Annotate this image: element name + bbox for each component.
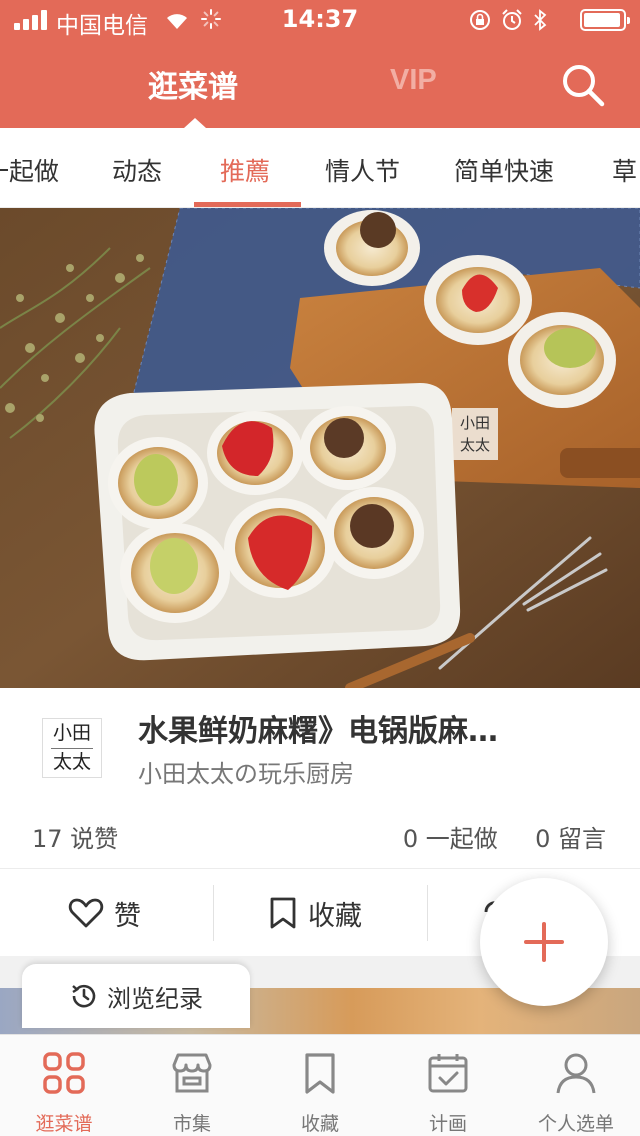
nav-item-saved[interactable]: 收藏 [256, 1035, 384, 1136]
avatar-text-top: 小田 [52, 722, 91, 744]
cook-together-count: 0 一起做 [402, 825, 498, 853]
recipe-author[interactable]: 小田太太の玩乐厨房 [138, 754, 354, 789]
bluetooth-icon [534, 9, 547, 31]
alarm-icon [502, 9, 522, 30]
bookmark-icon [305, 1053, 335, 1094]
category-active-underline [194, 202, 301, 207]
avatar-text-bottom: 太太 [52, 751, 91, 773]
category-tab-cook-together[interactable]: 一起做 [0, 152, 59, 188]
nav-item-plan[interactable]: 计画 [384, 1035, 512, 1136]
rotation-lock-icon [470, 10, 490, 30]
browse-history-button[interactable]: 浏览纪录 [22, 964, 250, 1028]
tab-vip[interactable]: VIP [390, 64, 437, 97]
person-icon [556, 1053, 596, 1094]
category-tab-quick-easy[interactable]: 简单快速 [454, 152, 554, 188]
save-button-label: 收藏 [308, 900, 362, 932]
nav-label: 收藏 [300, 1113, 339, 1135]
app-header: 中国电信 14:37 逛菜谱 VIP [0, 0, 640, 128]
nav-item-profile[interactable]: 个人选单 [512, 1035, 640, 1136]
active-tab-indicator [184, 118, 206, 128]
store-icon [172, 1053, 212, 1093]
category-tab-valentines[interactable]: 情人节 [325, 152, 400, 188]
engagement-stats: 0 一起做 0 留言 [403, 819, 606, 854]
nav-item-market[interactable]: 市集 [128, 1035, 256, 1136]
calendar-check-icon [428, 1054, 468, 1093]
battery-icon [580, 9, 630, 31]
save-button[interactable]: 收藏 [268, 869, 362, 957]
category-tab-more[interactable]: 草 [612, 152, 637, 188]
photo-watermark-line2: 太太 [460, 436, 490, 454]
status-bar: 中国电信 14:37 [0, 0, 640, 40]
like-button-label: 赞 [114, 900, 141, 932]
nav-label: 逛菜谱 [35, 1113, 93, 1135]
heart-icon [68, 898, 104, 928]
history-clock-icon [72, 984, 96, 1008]
photo-watermark-line1: 小田 [460, 414, 490, 432]
add-button[interactable] [480, 878, 608, 1006]
recipe-photo-illustration: 小田 太太 [0, 208, 640, 688]
nav-label: 市集 [172, 1113, 211, 1135]
category-tab-activity[interactable]: 动态 [112, 152, 162, 188]
browse-history-label: 浏览纪录 [107, 984, 203, 1013]
grid-icon [43, 1052, 85, 1094]
plus-icon [524, 922, 564, 962]
like-button[interactable]: 赞 [68, 869, 141, 957]
status-icons [468, 8, 548, 32]
author-avatar[interactable]: 小田 太太 [42, 718, 102, 778]
bottom-navigation: 逛菜谱 市集 收藏 计画 个人选单 [0, 1034, 640, 1136]
nav-label: 个人选单 [537, 1113, 614, 1135]
nav-item-browse-recipes[interactable]: 逛菜谱 [0, 1035, 128, 1136]
recipe-info: 小田 太太 水果鲜奶麻糬》电锅版麻… 小田太太の玩乐厨房 17 说赞 0 一起做… [0, 688, 640, 868]
bookmark-icon [270, 897, 296, 929]
recipe-title[interactable]: 水果鲜奶麻糬》电锅版麻… [138, 706, 608, 750]
nav-label: 计画 [428, 1113, 467, 1135]
recipe-photo[interactable]: 小田 太太 [0, 208, 640, 688]
search-icon[interactable] [560, 62, 606, 108]
tab-browse-recipes[interactable]: 逛菜谱 [148, 62, 238, 106]
category-tab-recommended[interactable]: 推薦 [220, 152, 270, 188]
action-divider [213, 885, 214, 941]
action-divider [427, 885, 428, 941]
likes-count: 17 说赞 [32, 825, 119, 853]
comments-count: 0 留言 [535, 825, 606, 853]
category-tabs: 一起做 动态 推薦 情人节 简单快速 草 [0, 128, 640, 208]
avatar-divider [51, 748, 93, 749]
